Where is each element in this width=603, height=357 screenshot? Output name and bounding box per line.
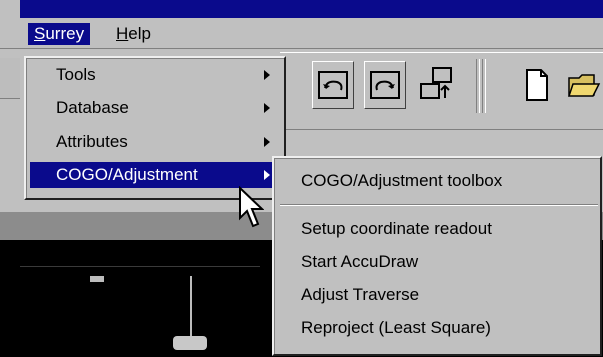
move-element-icon — [420, 67, 452, 99]
submenu-arrow-icon — [264, 70, 270, 80]
menu-item-label: COGO/Adjustment — [56, 165, 198, 184]
left-panel-strip — [0, 58, 20, 99]
menu-item-adjust-traverse[interactable]: Adjust Traverse — [278, 282, 591, 308]
undo-icon — [318, 71, 348, 99]
menu-item-label: Database — [56, 98, 129, 117]
submenu-arrow-icon — [264, 170, 270, 180]
menu-item-label: Reproject (Least Square) — [301, 318, 491, 337]
toolbar — [280, 52, 603, 130]
toolbar-separator — [482, 59, 486, 113]
menu-bar: Surrey Help — [0, 18, 603, 49]
menu-item-attributes[interactable]: Attributes — [30, 129, 280, 155]
canvas-line — [190, 276, 192, 336]
canvas-element — [173, 336, 207, 350]
open-file-button[interactable] — [566, 61, 603, 109]
open-folder-icon — [567, 74, 601, 97]
menu-item-label: Attributes — [56, 132, 128, 151]
canvas-line — [20, 266, 260, 267]
menu-help[interactable]: Help — [110, 23, 157, 45]
cogo-adjustment-submenu: COGO/Adjustment toolbox Setup coordinate… — [272, 156, 602, 356]
menu-item-cogo-adjustment[interactable]: COGO/Adjustment — [30, 162, 280, 188]
undo-button[interactable] — [312, 61, 354, 109]
surrey-menu: Tools Database Attributes COGO/Adjustmen… — [24, 56, 286, 200]
menu-surrey-mnemonic: S — [34, 24, 46, 43]
title-bar — [0, 0, 603, 18]
menu-item-setup-coordinate-readout[interactable]: Setup coordinate readout — [278, 216, 591, 242]
menu-help-label: elp — [128, 24, 151, 43]
title-bar-corner — [0, 0, 20, 18]
menu-item-cogo-toolbox[interactable]: COGO/Adjustment toolbox — [278, 168, 591, 194]
submenu-arrow-icon — [264, 137, 270, 147]
menu-item-label: Adjust Traverse — [301, 285, 420, 304]
redo-icon — [370, 71, 400, 99]
menu-item-label: Setup coordinate readout — [301, 219, 492, 238]
menu-item-label: Tools — [56, 65, 96, 84]
menu-item-tools[interactable]: Tools — [30, 62, 280, 88]
menu-separator — [280, 204, 598, 206]
menu-item-database[interactable]: Database — [30, 95, 280, 121]
new-file-button[interactable] — [516, 61, 558, 109]
move-element-button[interactable] — [416, 61, 458, 109]
menu-item-reproject-least-square[interactable]: Reproject (Least Square) — [278, 315, 591, 341]
menu-surrey-label: urrey — [45, 24, 85, 43]
menu-surrey[interactable]: Surrey — [28, 23, 91, 45]
new-file-icon — [526, 69, 548, 101]
menu-item-label: Start AccuDraw — [301, 252, 419, 271]
submenu-arrow-icon — [264, 103, 270, 113]
toolbar-separator — [476, 59, 480, 113]
menu-help-mnemonic: H — [116, 24, 129, 43]
canvas-element — [90, 276, 104, 282]
redo-button[interactable] — [364, 61, 406, 109]
menu-item-label: COGO/Adjustment toolbox — [301, 171, 503, 190]
menu-item-start-accudraw[interactable]: Start AccuDraw — [278, 249, 591, 275]
mouse-pointer-icon — [239, 186, 264, 228]
